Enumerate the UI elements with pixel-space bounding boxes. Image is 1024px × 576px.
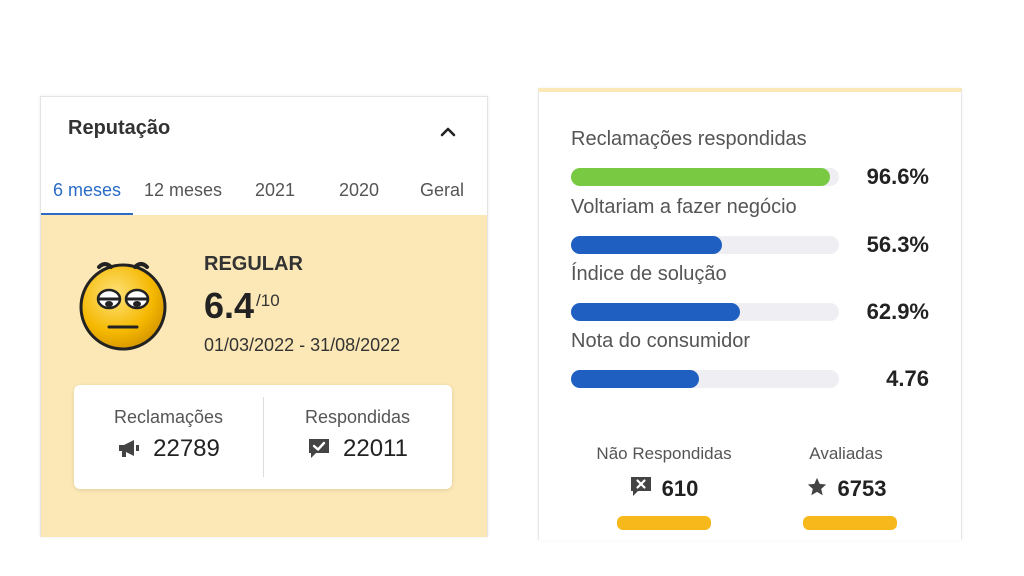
metric-bar-track [571,168,839,186]
complaints-label: Reclamações [113,407,224,427]
metric-bar-track [571,370,839,388]
answered-label: Respondidas [304,407,411,427]
chat-check-icon [309,438,330,458]
tab-geral[interactable]: Geral [411,175,473,213]
period-tabs: 6 meses 12 meses 2021 2020 Geral [41,175,487,215]
metric-bar-track [571,236,839,254]
complaints-stat: Reclamações 22789 [74,385,263,489]
metric-value: 96.6% [866,164,929,189]
rated-label: Avaliadas [809,444,883,463]
reputation-panel: REGULAR 6.4/10 01/03/2022 - 31/08/2022 R… [41,215,487,537]
metric-label: Nota do consumidor [571,330,750,352]
tab-12-meses[interactable]: 12 meses [135,175,231,213]
metric-label: Reclamações respondidas [571,128,807,150]
not-answered-label: Não Respondidas [596,444,732,463]
answered-value-row: 22011 [263,435,452,463]
metric-value: 62.9% [866,299,929,324]
reputation-status: REGULAR [204,253,303,275]
metric-value: 4.76 [886,366,929,391]
tab-6-meses[interactable]: 6 meses [41,175,133,215]
reputation-score: 6.4 [204,285,255,326]
answered-stat: Respondidas 22011 [263,385,452,489]
not-answered-accent-bar [617,516,711,530]
rated-stat: Avaliadas 6753 [761,444,931,502]
reputation-period: 01/03/2022 - 31/08/2022 [204,335,401,355]
metric-bar-fill [571,168,830,186]
chat-x-icon [630,477,651,497]
tab-2020[interactable]: 2020 [327,175,391,213]
chevron-up-icon[interactable] [439,123,457,141]
complaints-value: 22789 [153,435,220,462]
rated-value: 6753 [837,476,887,501]
rated-accent-bar [803,516,897,530]
metric-label: Voltariam a fazer negócio [571,196,797,218]
card-title: Reputação [68,117,171,139]
metric-value: 56.3% [866,232,929,257]
tab-2021[interactable]: 2021 [243,175,307,213]
star-icon [807,478,826,496]
complaints-value-row: 22789 [74,435,263,463]
not-answered-stat: Não Respondidas 610 [579,444,749,502]
answered-value: 22011 [343,435,408,462]
megaphone-icon [119,439,140,457]
regular-face-icon [79,262,167,351]
reputation-card: Reputação 6 meses 12 meses 2021 2020 Ger… [40,96,488,537]
score-scale: /10 [256,291,280,310]
metrics-card: Reclamações respondidas 96.6% Voltariam a … [538,88,962,540]
metric-bar-track [571,303,839,321]
metric-label: Índice de solução [571,263,727,285]
score-row: 6.4/10 [204,285,280,327]
not-answered-value-row: 610 [579,476,749,502]
not-answered-value: 610 [661,476,699,501]
metric-bar-fill [571,236,722,254]
rated-value-row: 6753 [761,476,931,502]
stats-box: Reclamações 22789 Respondidas 22011 [74,385,452,489]
metric-bar-fill [571,303,740,321]
metric-bar-fill [571,370,699,388]
